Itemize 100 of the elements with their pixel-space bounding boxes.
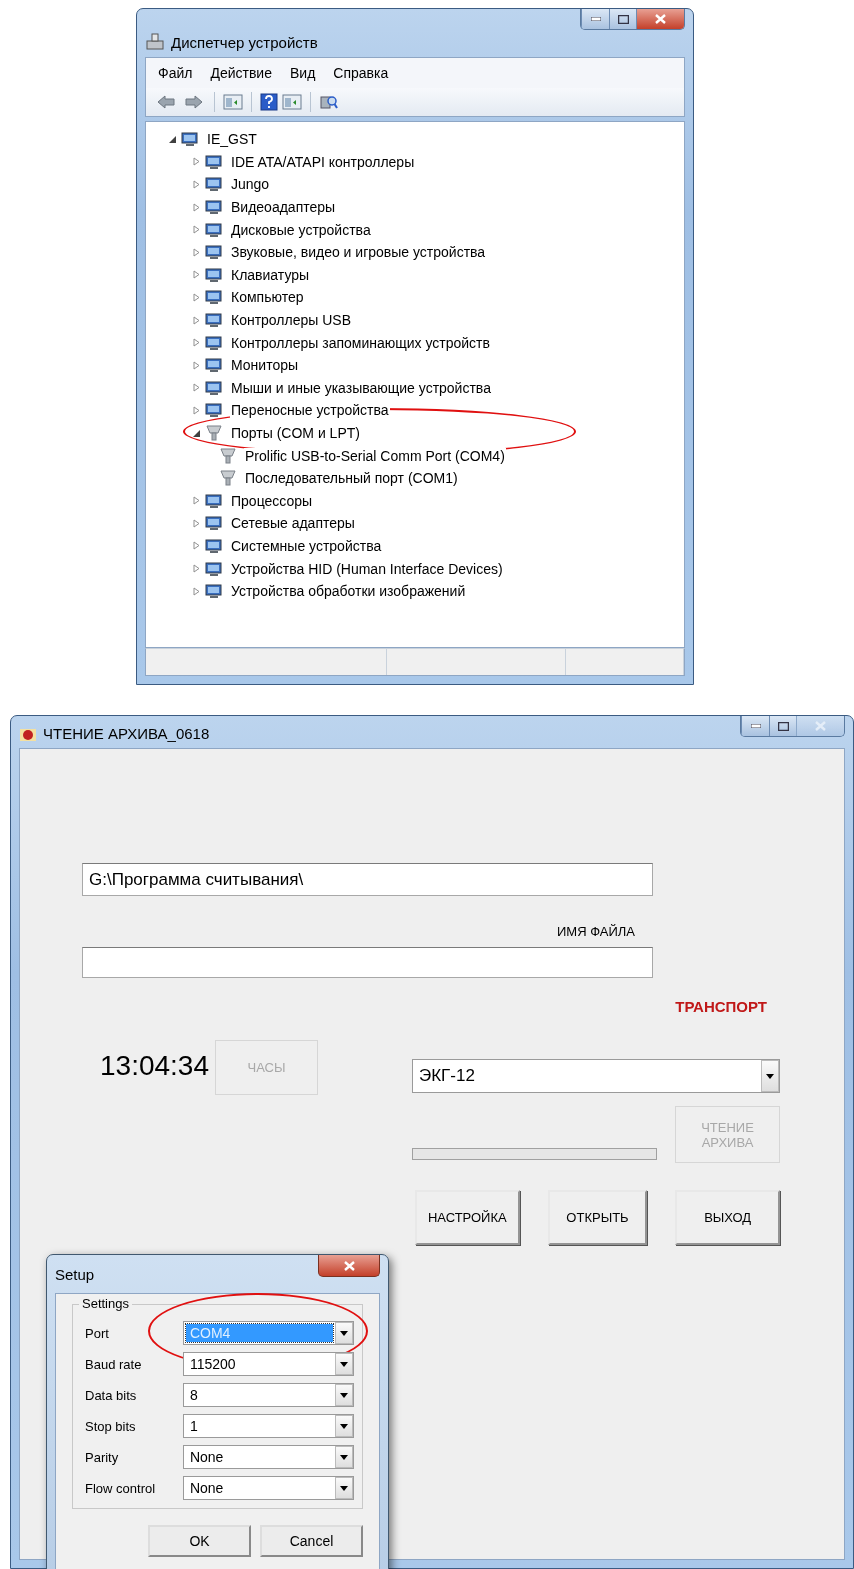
close-icon: [815, 721, 826, 731]
dropdown-arrow-icon: [340, 1392, 348, 1398]
setting-select[interactable]: None: [182, 1445, 354, 1469]
menu-item[interactable]: Файл: [158, 65, 193, 81]
device-icon: [180, 130, 200, 149]
device-icon: [204, 220, 224, 239]
tree-item[interactable]: Дисковые устройства: [230, 221, 372, 238]
dropdown-button[interactable]: [335, 1384, 353, 1406]
tree-item[interactable]: Мониторы: [230, 357, 300, 374]
dropdown-arrow-icon: [340, 1330, 348, 1336]
device-icon: [204, 243, 224, 262]
field-label: Flow control: [85, 1480, 157, 1496]
tree-item[interactable]: IDE ATA/ATAPI контроллеры: [230, 153, 416, 170]
device-icon: [204, 265, 224, 284]
device-icon: [204, 514, 224, 533]
path-field[interactable]: G:\Программа считывания\: [82, 863, 653, 896]
dropdown-arrow-icon: [340, 1361, 348, 1367]
minimize-icon: [590, 17, 601, 21]
window-title: ЧТЕНИЕ АРХИВА_0618: [43, 725, 210, 742]
dropdown-button[interactable]: [761, 1060, 779, 1092]
action-button[interactable]: ВЫХОД: [675, 1190, 780, 1245]
tree-item[interactable]: Jungo: [230, 176, 271, 193]
close-icon: [343, 1260, 355, 1271]
menu-item[interactable]: Справка: [333, 65, 389, 81]
field-label: Baud rate: [85, 1356, 143, 1372]
tree-item[interactable]: Контроллеры запоминающих устройств: [230, 334, 491, 351]
transport-label: ТРАНСПОРТ: [675, 998, 767, 1015]
tree-item[interactable]: Сетевые адаптеры: [230, 515, 356, 532]
close-icon: [655, 14, 666, 24]
expander-icon[interactable]: [168, 134, 177, 144]
tree-item[interactable]: Prolific USB-to-Serial Comm Port (COM4): [244, 447, 506, 464]
device-icon: [204, 491, 224, 510]
setting-select[interactable]: 8: [182, 1383, 354, 1407]
tree-item[interactable]: Видеоадаптеры: [230, 199, 337, 216]
tree-item[interactable]: Порты (COM и LPT): [230, 425, 361, 441]
tree-item[interactable]: Компьютер: [230, 289, 305, 306]
device-icon: [204, 582, 224, 601]
close-button[interactable]: [636, 9, 684, 29]
tree-item[interactable]: Контроллеры USB: [230, 312, 352, 329]
device-icon: [204, 333, 224, 352]
device-icon: [204, 152, 224, 171]
port-icon: [204, 424, 224, 442]
scan-icon[interactable]: [319, 93, 339, 111]
filename-label: ИМЯ ФАЙЛА: [557, 924, 635, 939]
port-icon: [218, 469, 238, 488]
menu-item[interactable]: Действие: [210, 65, 272, 81]
field-label: Parity: [85, 1449, 120, 1465]
tree-item[interactable]: Переносные устройства: [230, 402, 390, 419]
time-display: 13:04:34: [100, 1050, 209, 1082]
dropdown-arrow-icon: [340, 1423, 348, 1429]
panel-icon[interactable]: [223, 94, 243, 110]
dialog-button[interactable]: Cancel: [260, 1525, 363, 1557]
tree-item[interactable]: IE_GST: [206, 131, 258, 148]
expander-icon[interactable]: [192, 428, 201, 438]
dialog-title: Setup: [55, 1265, 95, 1283]
device-icon: [204, 356, 224, 375]
setting-select[interactable]: None: [182, 1476, 354, 1500]
device-icon: [204, 537, 224, 555]
minimize-icon: [750, 724, 761, 728]
device-icon: [204, 198, 224, 217]
dropdown-arrow-icon: [340, 1454, 348, 1460]
tree-item[interactable]: Мыши и иные указывающие устройства: [230, 379, 492, 396]
port-icon: [218, 446, 238, 465]
tree-item[interactable]: Последовательный порт (COM1): [244, 470, 459, 487]
group-title: Settings: [79, 1296, 132, 1311]
dialog-button[interactable]: OK: [148, 1525, 251, 1557]
device-icon: [204, 378, 224, 397]
dropdown-arrow-icon: [340, 1485, 348, 1491]
dropdown-button[interactable]: [335, 1353, 353, 1375]
device-icon: [204, 401, 224, 420]
help-icon[interactable]: [260, 93, 278, 111]
maximize-button[interactable]: [609, 9, 636, 29]
dropdown-button[interactable]: [335, 1415, 353, 1437]
dropdown-arrow-icon: [766, 1073, 774, 1079]
field-label: Port: [85, 1325, 110, 1341]
window-title: Диспетчер устройств: [171, 34, 318, 51]
action-button[interactable]: ОТКРЫТЬ: [547, 1190, 648, 1245]
dropdown-button[interactable]: [335, 1477, 353, 1499]
computer-icon: [145, 33, 165, 51]
device-select[interactable]: ЭКГ-12: [412, 1059, 780, 1093]
dropdown-button[interactable]: [335, 1446, 353, 1468]
device-icon: [204, 311, 224, 330]
device-icon: [204, 175, 224, 194]
maximize-button[interactable]: [769, 716, 796, 736]
field-label: Data bits: [85, 1387, 138, 1403]
tree-item[interactable]: Системные устройства: [230, 538, 383, 554]
close-button[interactable]: [318, 1255, 380, 1277]
tree-item[interactable]: Устройства HID (Human Interface Devices): [230, 560, 504, 577]
device-icon: [204, 559, 224, 578]
setting-select[interactable]: 115200: [182, 1352, 354, 1376]
menu-item[interactable]: Вид: [289, 65, 316, 81]
filename-field[interactable]: [82, 947, 653, 978]
device-icon: [204, 288, 224, 307]
dropdown-button[interactable]: [335, 1322, 353, 1344]
setting-select[interactable]: 1: [182, 1414, 354, 1438]
tree-item[interactable]: Устройства обработки изображений: [230, 583, 467, 600]
tree-item[interactable]: Звуковые, видео и игровые устройства: [230, 244, 487, 261]
maximize-icon: [777, 721, 789, 731]
maximize-icon: [617, 14, 629, 24]
action-button[interactable]: НАСТРОЙКА: [415, 1190, 520, 1245]
